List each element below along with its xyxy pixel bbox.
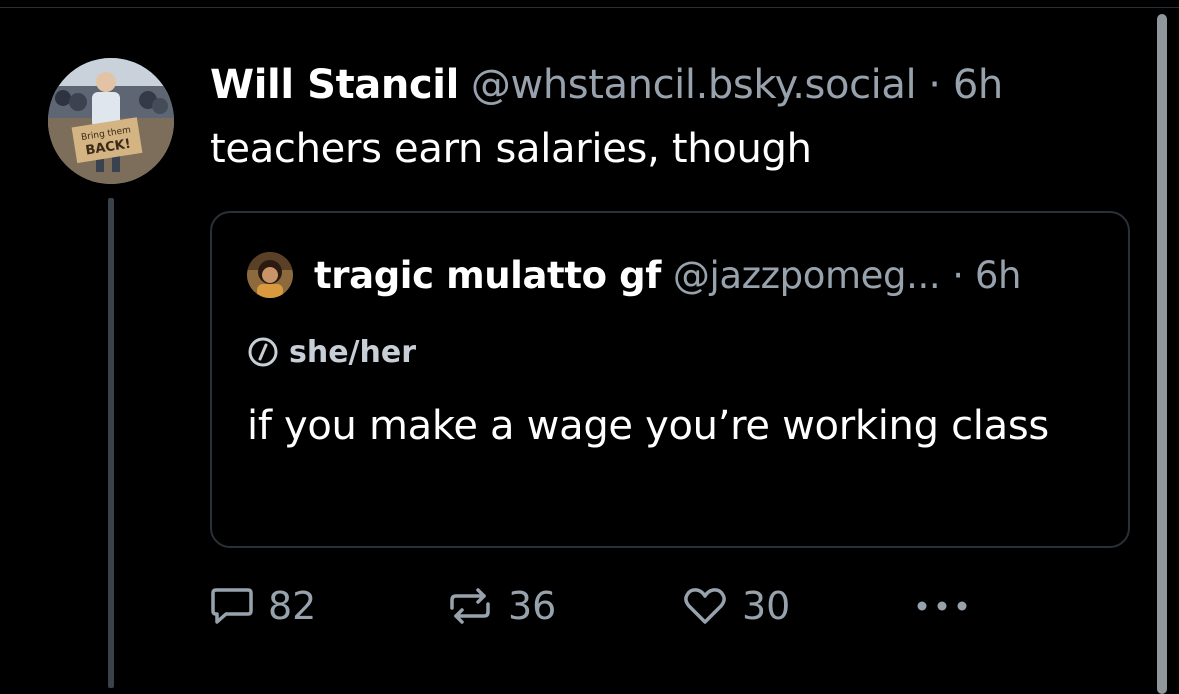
heart-icon	[684, 588, 726, 624]
repost-icon	[450, 588, 490, 624]
author-handle[interactable]: @whstancil.bsky.social	[471, 62, 917, 108]
author-avatar[interactable]: Bring them BACK!	[48, 58, 174, 184]
top-divider	[0, 7, 1179, 8]
author-avatar-image: Bring them BACK!	[48, 58, 174, 184]
quote-avatar-image	[247, 252, 293, 298]
pronouns-row: she/her	[247, 333, 416, 371]
repost-count: 36	[508, 584, 557, 628]
quote-header: tragic mulatto gf @jazzpomeg... · 6h	[314, 249, 1022, 301]
quote-author-name[interactable]: tragic mulatto gf	[314, 254, 661, 297]
post-actions: 82 36 30	[210, 582, 1110, 630]
thread-line	[108, 198, 114, 688]
comment-icon	[211, 588, 253, 624]
quote-time[interactable]: · 6h	[952, 254, 1021, 297]
reply-count: 82	[268, 584, 317, 628]
scrollbar[interactable]	[1157, 14, 1167, 694]
quote-author-handle[interactable]: @jazzpomeg...	[673, 254, 941, 297]
post-header: Will Stancil @whstancil.bsky.social · 6h	[210, 58, 1003, 112]
like-count: 30	[742, 584, 791, 628]
quote-author-avatar[interactable]	[247, 252, 293, 298]
pronouns-label: she/her	[289, 334, 417, 370]
more-options-button[interactable]	[914, 582, 984, 630]
post-time[interactable]: · 6h	[928, 62, 1003, 108]
quote-text: if you make a wage you’re working class	[247, 403, 1049, 449]
more-icon	[917, 601, 967, 611]
reply-button[interactable]: 82	[210, 582, 316, 630]
pronoun-icon	[248, 337, 278, 367]
post-text: teachers earn salaries, though	[210, 126, 812, 172]
author-name[interactable]: Will Stancil	[210, 62, 459, 108]
like-button[interactable]: 30	[682, 582, 790, 630]
repost-button[interactable]: 36	[446, 582, 556, 630]
